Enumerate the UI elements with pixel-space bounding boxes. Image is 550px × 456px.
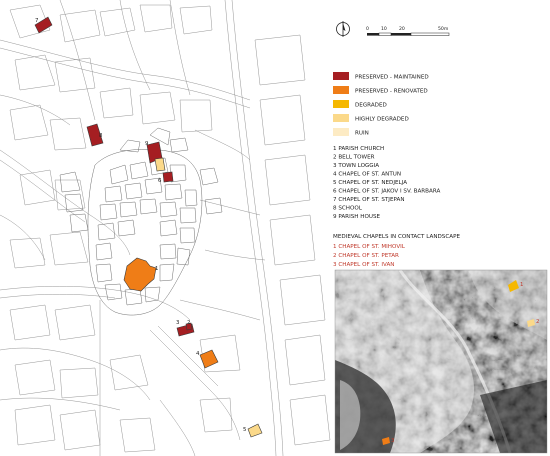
scale-tick-0: 0 [366,26,369,32]
legend-swatch-1 [333,86,349,94]
building-list-item-3: 3 TOWN LOGGIA [333,163,379,169]
chapels-title: MEDIEVAL CHAPELS IN CONTACT LANDSCAPE [333,234,460,240]
building-list-item-8: 8 SCHOOL [333,206,363,212]
aerial-marker-label-2: 2 [536,319,539,325]
building-1-parish-church [123,257,157,292]
legend-swatch-0 [333,72,349,80]
map-labels: 7 8 9 6 1 3 2 4 5 [35,18,246,433]
building-list-item-7: 7 CHAPEL OF ST. STJEPAN [333,197,405,203]
map-label-7: 7 [35,18,38,24]
aerial-marker-label-3: 3 [391,438,394,444]
buildings-list: 1 PARISH CHURCH 2 BELL TOWER 3 TOWN LOGGIA… [333,146,440,220]
aerial-marker-label-1: 1 [520,282,523,288]
chapel-item-2: 2 CHAPEL OF ST. PETAR [333,253,399,259]
chapel-item-1: 1 CHAPEL OF ST. MIHOVIL [333,244,406,250]
legend-label-1: PRESERVED - RENOVATED [355,89,428,95]
cadastral-lines [0,0,331,456]
building-5-chapel-st-nedjelja [247,423,263,438]
building-list-item-4: 4 CHAPEL OF ST. ANTUN [333,172,401,178]
map-label-1: 1 [155,266,158,272]
building-4-chapel-st-antun [199,349,219,369]
legend-label-4: RUIN [355,131,369,137]
legend-label-3: HIGHLY DEGRADED [355,117,409,123]
map-label-5: 5 [243,427,246,433]
map-label-9: 9 [145,141,149,147]
site-plan-map: 7 8 9 6 1 3 2 4 5 0 10 20 50m PRESERVED … [0,0,548,456]
scale-tick-50m: 50m [438,26,449,32]
scale-bar: 0 10 20 50m [366,26,450,36]
building-list-item-9: 9 PARISH HOUSE [333,214,381,220]
map-label-3: 3 [176,320,179,326]
chapels-list: MEDIEVAL CHAPELS IN CONTACT LANDSCAPE 1 … [333,234,460,268]
legend-swatch-2 [333,100,349,108]
building-9-annex [154,157,166,172]
map-label-8: 8 [99,133,103,139]
scale-tick-20: 20 [399,26,405,32]
highlighted-buildings [34,16,263,438]
map-label-6: 6 [158,178,162,184]
building-list-item-5: 5 CHAPEL OF ST. NEDJELJA [333,180,407,186]
legend-swatch-4 [333,128,349,136]
building-list-item-2: 2 BELL TOWER [333,155,375,161]
legend-swatch-3 [333,114,349,122]
map-label-4: 4 [196,351,200,357]
legend-label-0: PRESERVED - MAINTAINED [355,75,429,81]
building-6-chapel-st-jakov [162,171,174,183]
scale-tick-10: 10 [381,26,387,32]
building-list-item-1: 1 PARISH CHURCH [333,146,384,152]
aerial-photo [335,270,547,453]
chapel-item-3: 3 CHAPEL OF ST. IVAN [333,262,394,268]
map-label-2: 2 [187,320,190,326]
building-list-item-6: 6 CHAPEL OF ST. JAKOV I SV. BARBARA [333,189,440,195]
legend-label-2: DEGRADED [355,103,387,109]
north-arrow-icon [336,21,350,37]
legend: PRESERVED - MAINTAINED PRESERVED - RENOVA… [333,72,429,137]
